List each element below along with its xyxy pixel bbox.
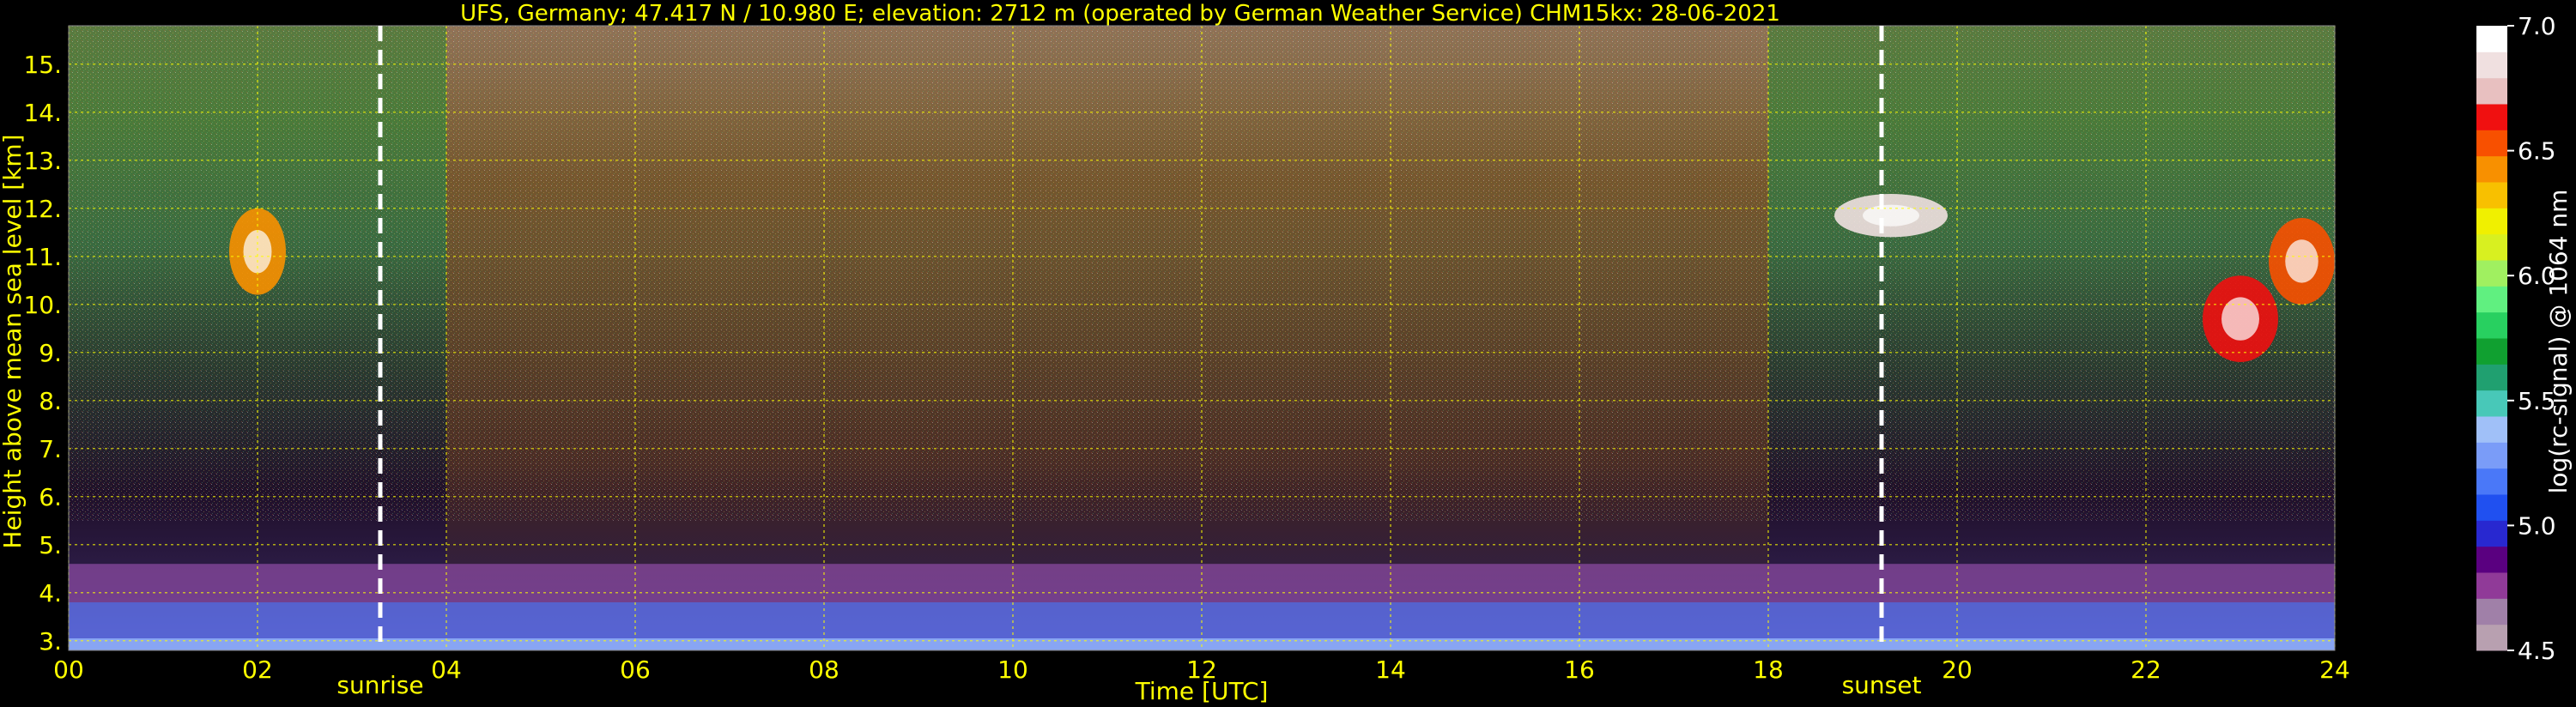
y-tick-label: 5.	[39, 531, 62, 559]
cloud-core-2	[2221, 297, 2259, 341]
y-tick-label: 11.	[23, 243, 62, 271]
colorbar-swatch	[2476, 51, 2507, 79]
colorbar-tick-label: 7.0	[2518, 12, 2556, 40]
cloud-core-3	[2285, 239, 2318, 283]
y-tick-label: 10.	[23, 291, 62, 319]
y-axis: 3. 4. 5. 6. 7. 8. 9. 10. 11. 12. 13. 14. 15.	[23, 51, 62, 656]
y-tick-label: 7.	[39, 435, 62, 463]
y-tick-label: 3.	[39, 627, 62, 656]
colorbar-tick-label: 5.0	[2518, 511, 2556, 540]
event-label-sunset: sunset	[1842, 671, 1922, 699]
x-tick-label: 00	[53, 656, 84, 684]
colorbar-swatch	[2476, 104, 2507, 130]
x-tick-label: 02	[242, 656, 273, 684]
x-axis-label: Time [UTC]	[1135, 677, 1269, 705]
x-tick-label: 06	[620, 656, 651, 684]
colorbar-swatch	[2476, 572, 2507, 599]
x-tick-label: 18	[1753, 656, 1784, 684]
colorbar-swatch	[2476, 26, 2507, 52]
colorbar-tick-label: 4.5	[2518, 637, 2556, 665]
colorbar-swatch	[2476, 598, 2507, 625]
x-tick-label: 24	[2319, 656, 2350, 684]
colorbar-swatch	[2476, 520, 2507, 547]
x-tick-label: 14	[1375, 656, 1406, 684]
colorbar-swatch	[2476, 77, 2507, 105]
colorbar-swatch	[2476, 233, 2507, 261]
colorbar-swatch	[2476, 468, 2507, 495]
x-tick-label: 04	[431, 656, 462, 684]
x-tick-label: 20	[1942, 656, 1973, 684]
colorbar-swatch	[2476, 442, 2507, 469]
colorbar-swatch	[2476, 546, 2507, 573]
colorbar-tick-label: 6.5	[2518, 137, 2556, 166]
colorbar-swatch	[2476, 208, 2507, 235]
colorbar-swatch	[2476, 286, 2507, 313]
x-tick-label: 16	[1564, 656, 1595, 684]
colorbar-swatch	[2476, 182, 2507, 208]
colorbar-swatch	[2476, 624, 2507, 651]
colorbar-swatch	[2476, 311, 2507, 339]
y-tick-label: 8.	[39, 387, 62, 415]
colorbar-swatch	[2476, 260, 2507, 287]
y-tick-label: 12.	[23, 195, 62, 223]
y-tick-label: 14.	[23, 99, 62, 127]
event-label-sunrise: sunrise	[336, 671, 423, 699]
x-tick-label: 08	[809, 656, 839, 684]
x-tick-label: 22	[2131, 656, 2161, 684]
y-tick-label: 4.	[39, 579, 62, 607]
colorbar-label: log(rc-signal) @ 1064 nm	[2544, 190, 2573, 494]
chart-title: UFS, Germany; 47.417 N / 10.980 E; eleva…	[460, 1, 1780, 27]
y-tick-label: 9.	[39, 339, 62, 367]
colorbar-swatch	[2476, 155, 2507, 183]
colorbar-swatch	[2476, 416, 2507, 443]
ceilometer-chart: 3. 4. 5. 6. 7. 8. 9. 10. 11. 12. 13. 14. 15. 00 02 04 0…	[0, 1, 2573, 705]
y-tick-label: 6.	[39, 483, 62, 511]
colorbar-swatch	[2476, 494, 2507, 521]
colorbar-swatch	[2476, 390, 2507, 417]
y-axis-label: Height above mean sea level [km]	[0, 134, 27, 548]
colorbar-swatch	[2476, 364, 2507, 391]
y-tick-label: 15.	[23, 51, 62, 79]
colorbar-swatch	[2476, 338, 2507, 365]
x-tick-label: 10	[997, 656, 1028, 684]
colorbar-swatch	[2476, 130, 2507, 157]
plot-area	[68, 25, 2336, 651]
y-tick-label: 13.	[23, 147, 62, 175]
